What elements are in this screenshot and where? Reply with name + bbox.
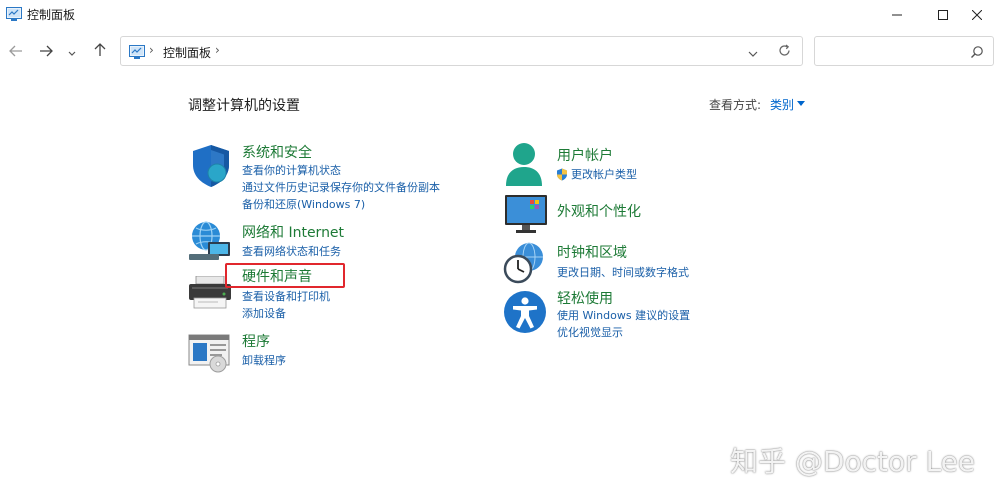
title-bar: 控制面板: [0, 0, 1000, 28]
category-title-appearance[interactable]: 外观和个性化: [557, 201, 641, 221]
link-backup-restore-win7[interactable]: 备份和还原(Windows 7): [242, 196, 365, 212]
forward-button[interactable]: [34, 38, 58, 64]
network-globe-icon[interactable]: [188, 220, 232, 266]
link-file-history-backup[interactable]: 通过文件历史记录保存你的文件备份副本: [242, 179, 440, 195]
refresh-button[interactable]: [773, 41, 795, 61]
chevron-down-icon: [748, 42, 758, 61]
accessibility-icon[interactable]: [503, 290, 547, 338]
breadcrumb-separator: ›: [149, 43, 154, 57]
clock-globe-icon[interactable]: [503, 241, 547, 289]
link-change-account-type[interactable]: 更改帐户类型: [571, 166, 637, 182]
arrow-left-icon: [9, 42, 23, 61]
view-by-dropdown[interactable]: 类别: [770, 96, 794, 113]
close-button[interactable]: [954, 0, 1000, 28]
minimize-icon: [892, 5, 902, 24]
arrow-up-icon: [94, 42, 106, 61]
view-by-label: 查看方式:: [709, 98, 762, 112]
back-button[interactable]: [4, 38, 28, 64]
window-title: 控制面板: [27, 8, 76, 22]
link-view-network-status[interactable]: 查看网络状态和任务: [242, 243, 341, 259]
breadcrumb-control-panel[interactable]: 控制面板: [163, 44, 211, 61]
page-title: 调整计算机的设置: [188, 98, 300, 114]
search-box[interactable]: [814, 36, 994, 66]
link-windows-suggested-settings[interactable]: 使用 Windows 建议的设置: [557, 307, 690, 323]
search-icon[interactable]: [970, 44, 984, 58]
recent-locations-button[interactable]: [62, 38, 82, 64]
address-bar[interactable]: › 控制面板 ›: [120, 36, 803, 66]
maximize-icon: [938, 5, 948, 24]
control-panel-icon: [6, 6, 22, 21]
category-title-user-accounts[interactable]: 用户帐户: [557, 145, 613, 165]
search-input[interactable]: [821, 42, 965, 62]
link-add-device[interactable]: 添加设备: [242, 305, 286, 321]
uac-shield-icon: [556, 166, 568, 185]
highlight-annotation: [225, 263, 345, 288]
breadcrumb-separator[interactable]: ›: [215, 43, 220, 57]
monitor-icon[interactable]: [504, 194, 548, 238]
watermark: 知乎 @Doctor Lee: [730, 445, 976, 478]
link-optimize-visual-display[interactable]: 优化视觉显示: [557, 324, 623, 340]
view-by-chevron-icon[interactable]: [797, 101, 805, 106]
chevron-down-icon: [68, 42, 76, 61]
refresh-icon: [778, 42, 791, 61]
link-uninstall-program[interactable]: 卸载程序: [242, 352, 286, 368]
up-button[interactable]: [88, 38, 112, 64]
category-title-system-security[interactable]: 系统和安全: [242, 142, 312, 162]
link-view-computer-status[interactable]: 查看你的计算机状态: [242, 162, 341, 178]
close-icon: [971, 5, 983, 24]
category-title-clock-region[interactable]: 时钟和区域: [557, 242, 627, 262]
link-change-date-time-format[interactable]: 更改日期、时间或数字格式: [557, 264, 689, 280]
arrow-right-icon: [39, 42, 53, 61]
link-view-devices-printers[interactable]: 查看设备和打印机: [242, 288, 330, 304]
user-icon[interactable]: [504, 142, 544, 192]
address-dropdown-button[interactable]: [743, 42, 763, 60]
shield-icon[interactable]: [190, 144, 232, 192]
category-title-network-internet[interactable]: 网络和 Internet: [242, 222, 344, 242]
minimize-button[interactable]: [874, 0, 920, 28]
programs-icon[interactable]: [188, 333, 232, 377]
category-title-programs[interactable]: 程序: [242, 331, 270, 351]
category-title-ease-of-access[interactable]: 轻松使用: [557, 288, 613, 308]
control-panel-icon: [129, 44, 145, 59]
